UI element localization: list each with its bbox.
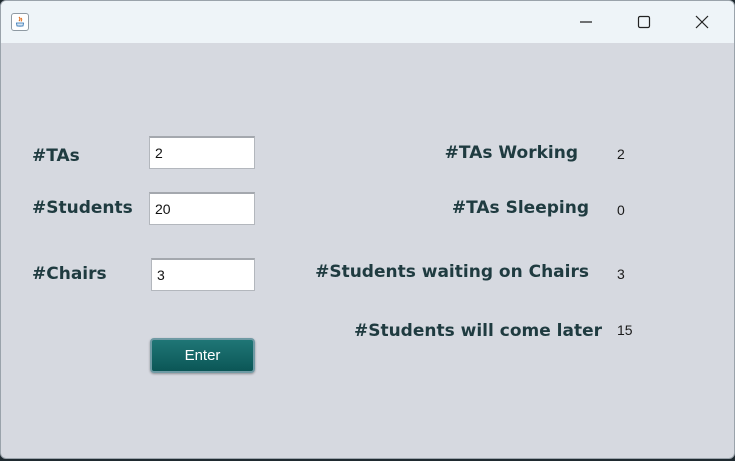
students-later-value: 15 (617, 322, 633, 338)
app-window: #TAs #Students #Chairs Enter #TAs Workin… (0, 0, 735, 459)
close-button[interactable] (673, 1, 731, 43)
title-bar (1, 1, 734, 43)
close-icon (695, 15, 709, 29)
students-later-label: #Students will come later (353, 321, 602, 341)
tas-sleeping-label: #TAs Sleeping (451, 198, 589, 218)
tas-sleeping-value: 0 (617, 202, 625, 218)
minimize-icon (580, 21, 592, 23)
students-label: #Students (32, 198, 133, 218)
students-input[interactable] (149, 192, 255, 225)
chairs-input[interactable] (151, 258, 255, 291)
tas-working-label: #TAs Working (444, 143, 578, 163)
maximize-icon (637, 15, 651, 29)
maximize-button[interactable] (615, 1, 673, 43)
tas-input[interactable] (149, 136, 255, 169)
tas-label: #TAs (32, 146, 80, 166)
chairs-label: #Chairs (32, 264, 107, 284)
tas-working-value: 2 (617, 146, 625, 162)
java-app-icon[interactable] (11, 13, 29, 31)
minimize-button[interactable] (557, 1, 615, 43)
students-waiting-label: #Students waiting on Chairs (315, 262, 589, 282)
enter-button[interactable]: Enter (150, 338, 255, 373)
students-waiting-value: 3 (617, 266, 625, 282)
